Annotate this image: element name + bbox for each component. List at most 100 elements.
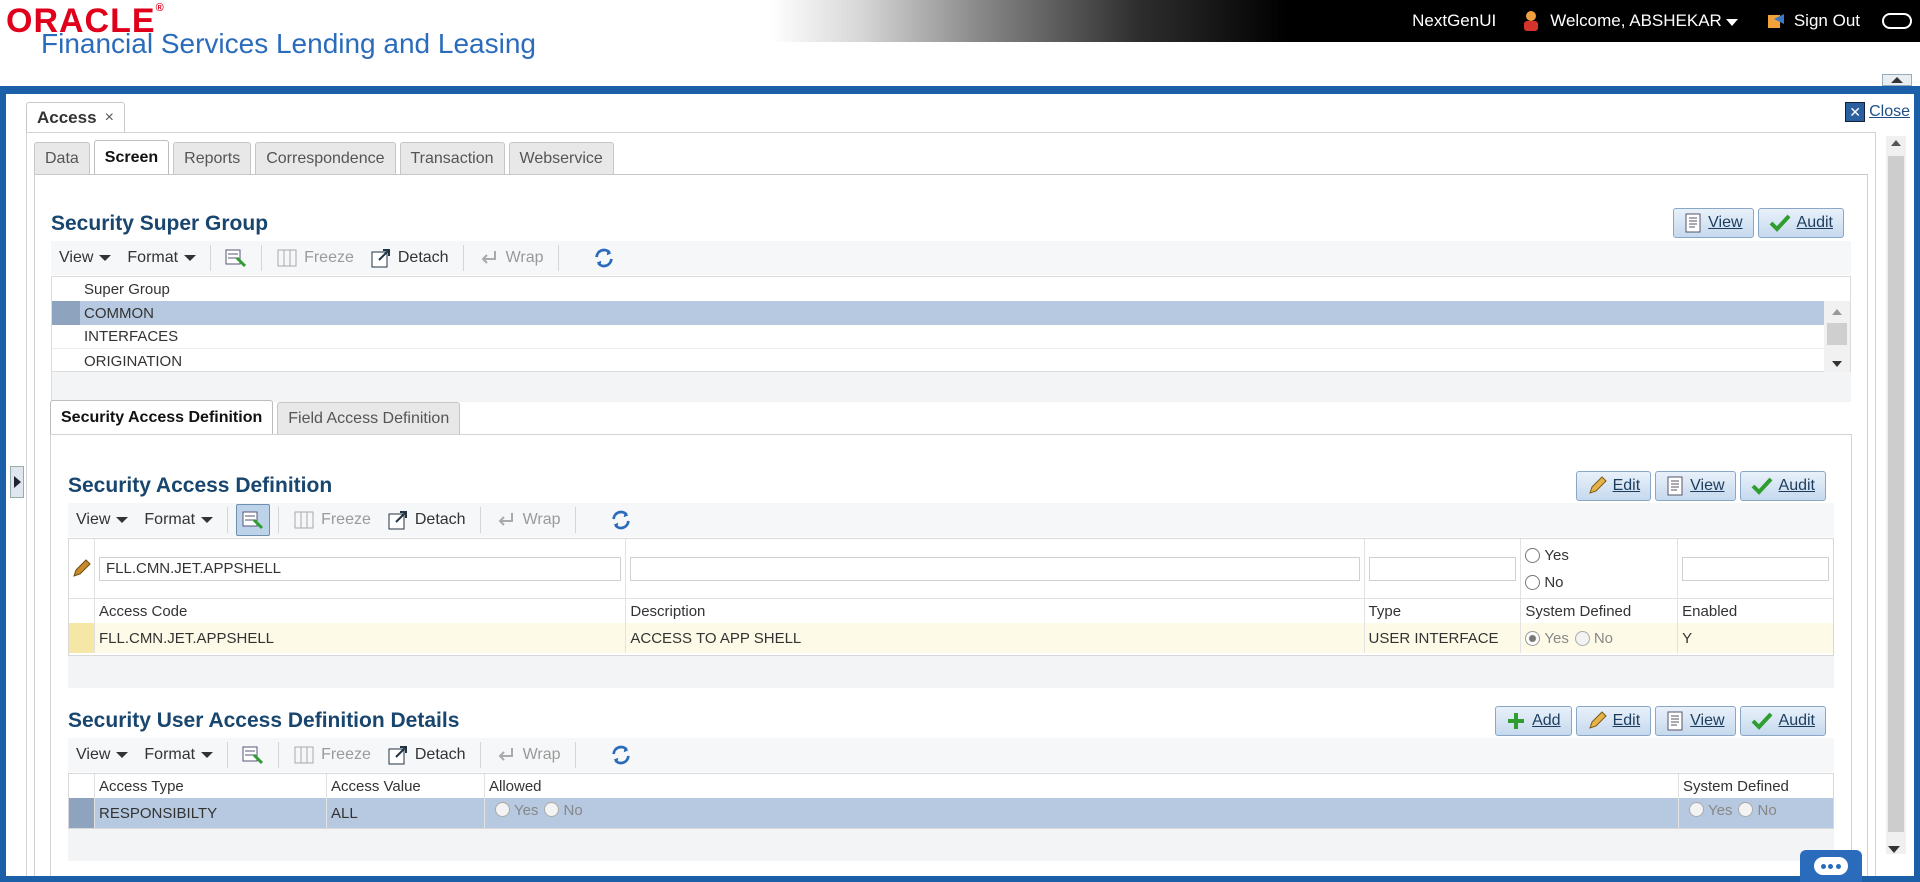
table-header-row: Super Group <box>52 277 1850 301</box>
tab-field-access-definition[interactable]: Field Access Definition <box>277 402 461 434</box>
scroll-thumb[interactable] <box>1827 323 1847 345</box>
freeze-button[interactable]: Freeze <box>268 241 362 275</box>
audit-button[interactable]: Audit <box>1739 706 1826 736</box>
chevron-down-icon <box>201 752 214 758</box>
wrap-icon <box>495 509 517 531</box>
wrap-button[interactable]: Wrap <box>470 241 552 275</box>
scroll-up-icon[interactable] <box>1891 140 1901 146</box>
table-row[interactable]: COMMON <box>52 301 1850 325</box>
audit-button[interactable]: Audit <box>1739 471 1826 501</box>
view-label: View <box>1708 214 1743 231</box>
edit-label: Edit <box>1612 477 1641 494</box>
scroll-down-icon[interactable] <box>1888 846 1900 853</box>
format-menu-label: Format <box>127 249 179 266</box>
query-by-example-button[interactable] <box>234 503 272 537</box>
tab-data[interactable]: Data <box>34 142 90 174</box>
collapse-header-button[interactable] <box>1882 74 1912 86</box>
refresh-button[interactable] <box>602 738 640 772</box>
filter-type-input[interactable] <box>1368 556 1517 581</box>
scroll-thumb[interactable] <box>1888 156 1904 832</box>
filter-yes-option[interactable]: Yes <box>1525 547 1574 564</box>
table-row[interactable]: FLL.CMN.JET.APPSHELL ACCESS TO APP SHELL… <box>69 623 1833 653</box>
add-label: Add <box>1532 712 1561 729</box>
view-menu[interactable]: View <box>51 241 119 275</box>
freeze-button[interactable]: Freeze <box>285 738 379 772</box>
tab-reports[interactable]: Reports <box>173 142 252 174</box>
filter-access-code-input[interactable]: FLL.CMN.JET.APPSHELL <box>98 556 622 581</box>
doc-tab-label: Access <box>37 107 97 127</box>
view-button[interactable]: View <box>1673 208 1754 238</box>
table-scrollbar[interactable] <box>1824 301 1850 373</box>
query-by-example-button[interactable] <box>217 241 255 275</box>
table-row[interactable]: RESPONSIBILTY ALL Yes No Yes No <box>69 798 1833 828</box>
vertical-scrollbar[interactable] <box>1886 136 1906 854</box>
view-label: View <box>1690 477 1725 494</box>
edit-button[interactable]: Edit <box>1575 471 1652 501</box>
wrap-button[interactable]: Wrap <box>487 503 569 537</box>
tab-webservice[interactable]: Webservice <box>508 142 614 174</box>
audit-check-icon <box>1769 214 1791 232</box>
radio-yes <box>1689 802 1704 817</box>
table-row[interactable]: ORIGINATION <box>52 349 1850 373</box>
filter-enabled-input[interactable] <box>1682 556 1829 581</box>
detach-icon <box>387 509 409 531</box>
view-button[interactable]: View <box>1655 471 1736 501</box>
settings-toggle[interactable] <box>1882 13 1912 29</box>
chat-button[interactable] <box>1800 850 1862 882</box>
refresh-button[interactable] <box>585 241 623 275</box>
add-button[interactable]: Add <box>1495 706 1572 736</box>
detach-button[interactable]: Detach <box>362 241 457 275</box>
nextgen-link[interactable]: NextGenUI <box>1412 11 1496 31</box>
format-menu[interactable]: Format <box>119 241 204 275</box>
side-panel-toggle[interactable] <box>10 466 24 498</box>
wrap-label: Wrap <box>505 249 544 266</box>
view-label: View <box>1690 712 1725 729</box>
scroll-down-icon[interactable] <box>1832 361 1842 367</box>
wrap-button[interactable]: Wrap <box>487 738 569 772</box>
super-group-table: Super Group COMMON INTERFACES ORIGINATIO… <box>51 276 1851 373</box>
divider <box>261 245 263 271</box>
tab-correspondence[interactable]: Correspondence <box>255 142 396 174</box>
detach-label: Detach <box>414 746 466 763</box>
table-row[interactable]: INTERFACES <box>52 325 1850 349</box>
audit-label: Audit <box>1778 712 1815 729</box>
edit-button[interactable]: Edit <box>1575 706 1652 736</box>
view-menu[interactable]: View <box>68 503 136 537</box>
radio-yes[interactable] <box>1525 548 1541 564</box>
audit-button[interactable]: Audit <box>1757 208 1844 238</box>
col-access-value: Access Value <box>327 774 485 798</box>
tab-screen[interactable]: Screen <box>93 140 170 174</box>
scroll-up-icon[interactable] <box>1832 309 1842 315</box>
chevron-down-icon <box>116 752 129 758</box>
detach-button[interactable]: Detach <box>379 503 474 537</box>
query-by-example-button[interactable] <box>234 738 272 772</box>
divider <box>479 507 481 533</box>
sign-out-link[interactable]: Sign Out <box>1794 11 1860 31</box>
product-name: Financial Services Lending and Leasing <box>41 28 536 59</box>
welcome-menu[interactable]: Welcome, ABSHEKAR <box>1550 11 1738 31</box>
radio-no[interactable] <box>1525 575 1541 591</box>
divider <box>210 245 212 271</box>
refresh-button[interactable] <box>602 503 640 537</box>
freeze-label: Freeze <box>321 511 371 528</box>
radio-yes-selected <box>1525 630 1541 646</box>
tab-security-access-definition[interactable]: Security Access Definition <box>50 400 274 434</box>
access-definition-title: Security Access Definition <box>68 474 333 497</box>
doc-tab-access[interactable]: Access × <box>26 102 125 132</box>
super-group-cell: INTERFACES <box>84 328 179 345</box>
view-button[interactable]: View <box>1655 706 1736 736</box>
refresh-icon <box>593 247 615 269</box>
col-description: Description <box>626 599 1365 623</box>
format-menu[interactable]: Format <box>136 738 221 772</box>
filter-description-input[interactable] <box>630 556 1360 581</box>
table-footer <box>51 372 1851 402</box>
view-menu[interactable]: View <box>68 738 136 772</box>
add-plus-icon <box>1508 713 1525 729</box>
freeze-button[interactable]: Freeze <box>285 503 379 537</box>
detach-button[interactable]: Detach <box>379 738 474 772</box>
filter-no-option[interactable]: No <box>1525 574 1569 591</box>
close-button[interactable]: ✕ Close <box>1845 102 1910 122</box>
tab-transaction[interactable]: Transaction <box>399 142 505 174</box>
close-tab-icon[interactable]: × <box>105 109 114 127</box>
format-menu[interactable]: Format <box>136 503 221 537</box>
